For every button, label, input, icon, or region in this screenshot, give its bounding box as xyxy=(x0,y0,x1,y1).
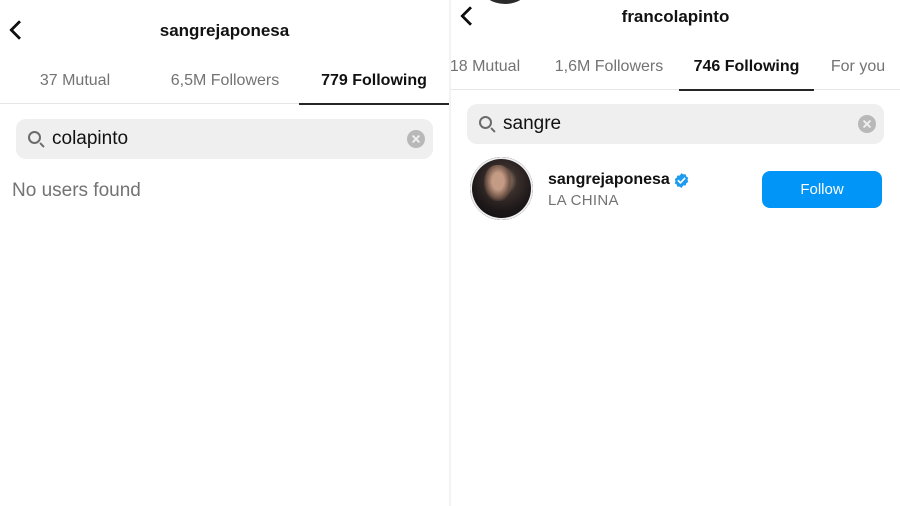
tab-mutual[interactable]: 18 Mutual xyxy=(451,50,525,90)
search-input[interactable]: sangre xyxy=(467,104,884,144)
search-input[interactable]: colapinto xyxy=(16,119,433,159)
left-panel-following-list: sangrejaponesa 37 Mutual 6,5M Followers … xyxy=(0,0,449,506)
profile-username: francolapinto xyxy=(621,7,730,26)
clear-icon[interactable] xyxy=(407,130,425,148)
profile-username: sangrejaponesa xyxy=(159,21,290,40)
tab-for-you[interactable]: For you xyxy=(821,50,895,90)
comparison-screenshot: sangrejaponesa 37 Mutual 6,5M Followers … xyxy=(0,0,900,506)
clear-icon[interactable] xyxy=(858,115,876,133)
tab-bar: 37 Mutual 6,5M Followers 779 Following xyxy=(0,64,449,105)
profile-avatar-peek xyxy=(480,0,530,4)
tab-followers[interactable]: 1,6M Followers xyxy=(544,50,674,90)
tab-following[interactable]: 746 Following xyxy=(679,50,814,91)
result-username[interactable]: sangrejaponesa xyxy=(548,171,670,189)
tab-mutual[interactable]: 37 Mutual xyxy=(30,64,120,104)
search-icon xyxy=(479,116,492,129)
verified-badge-icon xyxy=(674,173,689,188)
search-icon xyxy=(28,131,41,144)
avatar[interactable] xyxy=(470,157,533,220)
tab-bar: 18 Mutual 1,6M Followers 746 Following F… xyxy=(451,50,900,91)
search-query: sangre xyxy=(503,113,562,134)
result-full-name: LA CHINA xyxy=(548,192,619,209)
tab-followers[interactable]: 6,5M Followers xyxy=(160,64,290,104)
user-result-row[interactable]: sangrejaponesa LA CHINA Follow xyxy=(451,156,900,222)
no-results-message: No users found xyxy=(12,180,141,201)
right-panel-following-list: francolapinto 18 Mutual 1,6M Followers 7… xyxy=(451,0,900,506)
search-query: colapinto xyxy=(52,128,129,149)
follow-button[interactable]: Follow xyxy=(762,171,882,208)
tab-following[interactable]: 779 Following xyxy=(299,64,449,105)
